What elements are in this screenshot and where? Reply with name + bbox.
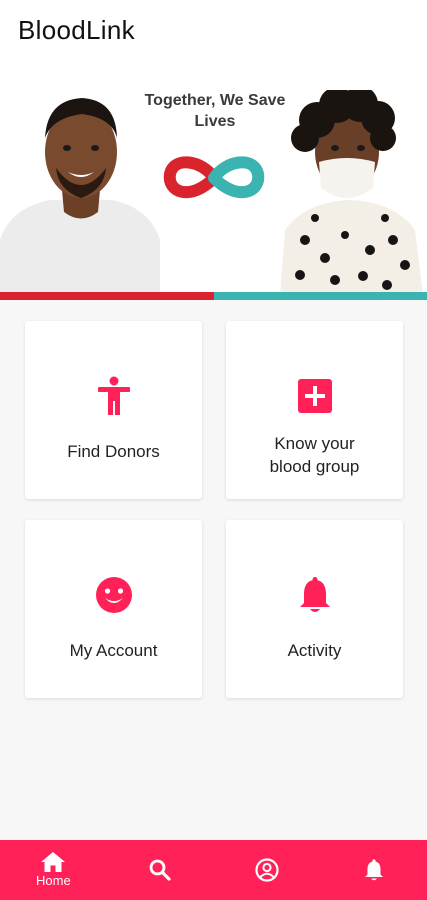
search-icon xyxy=(149,859,171,881)
banner-headline-line1: Together, We Save xyxy=(144,92,286,109)
plus-box-icon xyxy=(297,379,332,413)
know-blood-group-label: Know your blood group xyxy=(240,432,390,478)
nav-notifications[interactable] xyxy=(334,840,414,900)
banner-stripe xyxy=(0,292,427,300)
accessibility-icon xyxy=(97,376,130,415)
my-account-card[interactable]: My Account xyxy=(25,520,202,698)
app-bar: BloodLink xyxy=(0,0,427,60)
hero-banner: Together, We Save Lives xyxy=(0,60,427,300)
know-blood-group-line1: Know your xyxy=(274,434,355,453)
smiley-icon xyxy=(95,577,132,613)
banner-headline-line2: Lives xyxy=(194,113,236,130)
banner-stripe-teal xyxy=(213,292,427,300)
find-donors-card[interactable]: Find Donors xyxy=(25,321,202,499)
home-icon xyxy=(41,852,66,872)
know-blood-group-line2: blood group xyxy=(269,457,360,476)
find-donors-label: Find Donors xyxy=(67,442,160,461)
banner-headline: Together, We Save Lives xyxy=(110,90,320,132)
activity-card[interactable]: Activity xyxy=(226,520,403,698)
nav-home[interactable]: Home xyxy=(13,840,93,900)
nav-account[interactable] xyxy=(227,840,307,900)
my-account-label: My Account xyxy=(69,641,158,660)
bell-icon xyxy=(299,577,330,612)
activity-label: Activity xyxy=(287,641,342,660)
nav-home-label: Home xyxy=(36,873,71,888)
bottom-nav: Home xyxy=(0,840,427,900)
account-circle-icon xyxy=(255,858,279,882)
app-title: BloodLink xyxy=(18,14,135,45)
know-blood-group-card[interactable]: Know your blood group xyxy=(226,321,403,499)
banner-stripe-red xyxy=(0,292,214,300)
infinity-logo-icon xyxy=(163,156,265,199)
nav-search[interactable] xyxy=(120,840,200,900)
bell-icon xyxy=(364,859,383,881)
